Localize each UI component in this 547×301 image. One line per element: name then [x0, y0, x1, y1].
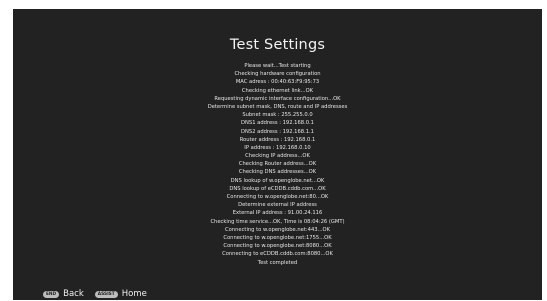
back-button[interactable]: END Back [43, 289, 84, 299]
log-line: Connecting to w.openglobe.net:443...OK [225, 226, 330, 233]
test-settings-screen: Test Settings Please wait...Test startin… [13, 9, 542, 300]
log-line: Connecting to w.openglobe.net:8080...OK [223, 243, 332, 250]
log-line: Checking Router address...OK [238, 161, 317, 168]
log-line: Please wait...Test starting [244, 63, 311, 69]
log-line: DNS2 address : 192.168.1.1 [241, 128, 314, 135]
log-line: Checking hardware configuration [234, 71, 321, 78]
log-line: Connecting to eCDDB.cddb.com:8080...OK [222, 251, 333, 258]
end-key-icon: END [43, 290, 60, 298]
log-line: Checking time service...OK, Time is 08:0… [210, 218, 345, 225]
page-title: Test Settings [229, 37, 326, 53]
log-line: IP address : 192.168.0.10 [244, 144, 311, 151]
test-log: Please wait...Test starting Checking har… [13, 62, 542, 267]
home-button[interactable]: ASSIST Home [94, 289, 147, 299]
log-line: Checking ethernet link...OK [241, 87, 314, 94]
log-line: Checking DNS addresses...OK [238, 169, 317, 176]
log-line: Test completed [257, 259, 298, 266]
back-label: Back [63, 289, 84, 299]
log-line: MAC adress : 00:40:63:F9:95:73 [235, 79, 320, 86]
log-line: DNS1 address : 192.168.0.1 [241, 120, 314, 127]
log-line: Connecting to w.openglobe.net:1755...OK [223, 234, 332, 241]
log-line: Determine external IP address [238, 202, 317, 209]
log-line: External IP address : 91.00.24.116 [232, 210, 323, 217]
assist-key-icon: ASSIST [94, 290, 118, 298]
footer-nav: END Back ASSIST Home [43, 288, 158, 300]
log-line: Requesting dynamic interface configurati… [214, 95, 341, 102]
log-line: Checking IP address...OK [245, 153, 310, 160]
log-line: Router address : 192.168.0.1 [239, 136, 316, 143]
log-line: Connecting to w.openglobe.net:80...OK [226, 194, 329, 200]
home-label: Home [121, 289, 147, 299]
log-line: Determine subnet mask, DNS, route and IP… [207, 103, 348, 110]
log-line: DNS lookup of w.openglobe.net...OK [230, 177, 325, 184]
log-line: DNS lookup of eCDDB.cddb.com...OK [229, 185, 326, 192]
log-line: Subnet mask : 255.255.0.0 [242, 112, 313, 119]
